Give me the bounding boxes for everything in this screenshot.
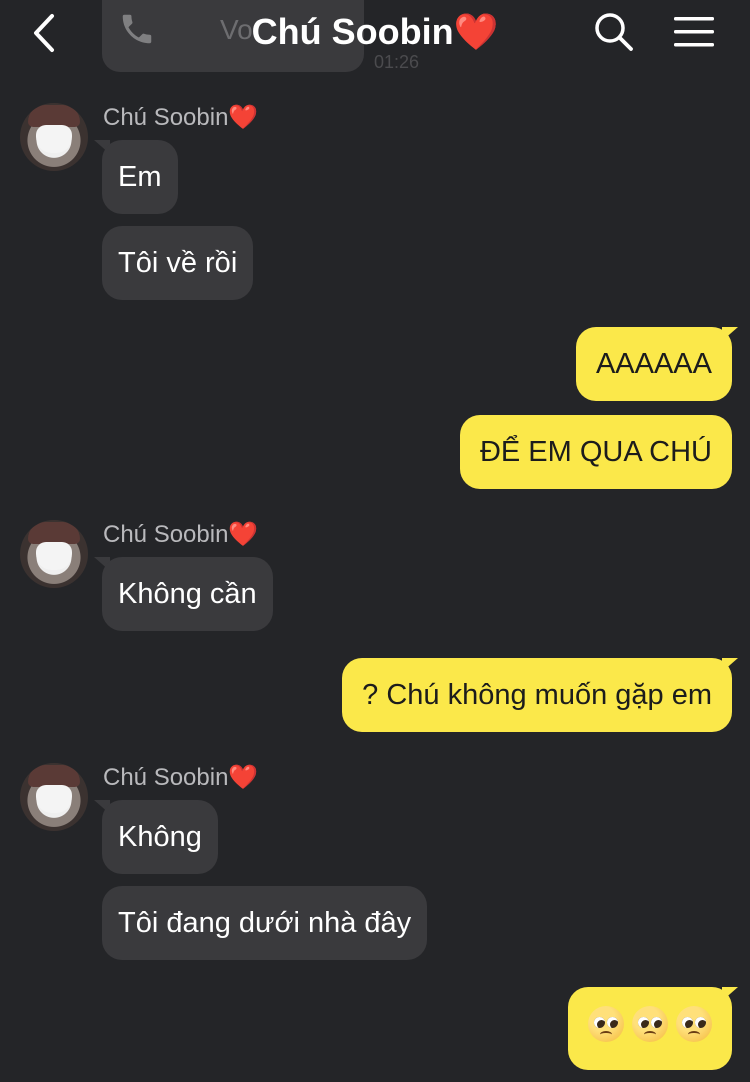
avatar-hair bbox=[28, 105, 80, 127]
incoming-message[interactable]: Không cần bbox=[102, 557, 273, 631]
sender-name: Chú Soobin❤️ bbox=[103, 104, 259, 131]
incoming-message[interactable]: Em bbox=[102, 140, 178, 214]
incoming-message[interactable]: Tôi về rồi bbox=[102, 226, 254, 300]
chevron-left-icon bbox=[34, 14, 54, 52]
avatar-mask bbox=[36, 542, 72, 570]
back-button[interactable] bbox=[24, 10, 64, 56]
avatar-hair bbox=[28, 765, 80, 787]
avatar-mask bbox=[36, 785, 72, 813]
menu-button[interactable] bbox=[672, 14, 716, 50]
chat-title: Chú Soobin❤️ bbox=[251, 11, 499, 52]
sender-name: Chú Soobin❤️ bbox=[103, 521, 259, 548]
search-icon bbox=[595, 13, 633, 51]
outgoing-emoji-message[interactable] bbox=[568, 987, 732, 1070]
incoming-message[interactable]: Không bbox=[102, 800, 218, 874]
sender-name: Chú Soobin❤️ bbox=[103, 764, 259, 791]
incoming-message[interactable]: Tôi đang dưới nhà đây bbox=[102, 886, 428, 960]
pleading-face-icon bbox=[588, 1006, 624, 1042]
avatar-mask bbox=[36, 125, 72, 153]
contact-avatar[interactable] bbox=[20, 520, 88, 588]
pleading-face-icon bbox=[676, 1006, 712, 1042]
chat-screen: Vo 01:26 Chú Soobin❤️ Chú Soobin❤️ Em Tô… bbox=[0, 0, 750, 1082]
contact-avatar[interactable] bbox=[20, 763, 88, 831]
pleading-face-icon bbox=[632, 1006, 668, 1042]
hamburger-menu-icon bbox=[674, 17, 714, 47]
contact-avatar[interactable] bbox=[20, 103, 88, 171]
outgoing-message[interactable]: ĐỂ EM QUA CHÚ bbox=[459, 415, 732, 489]
search-button[interactable] bbox=[592, 10, 636, 54]
outgoing-message[interactable]: AAAAAA bbox=[575, 327, 732, 401]
outgoing-message[interactable]: ? Chú không muốn gặp em bbox=[342, 658, 732, 732]
chat-header: Chú Soobin❤️ bbox=[0, 0, 750, 68]
emoji-row bbox=[588, 1006, 712, 1042]
avatar-hair bbox=[28, 522, 80, 544]
